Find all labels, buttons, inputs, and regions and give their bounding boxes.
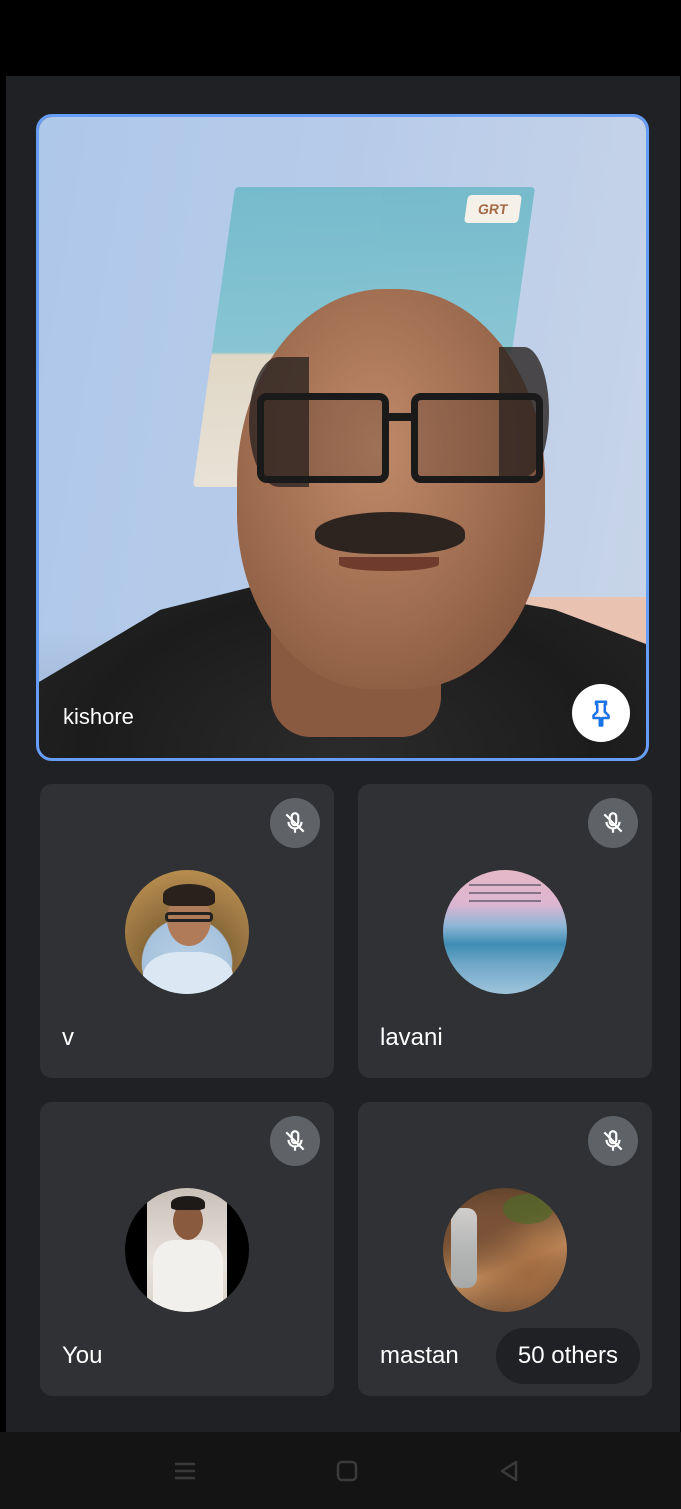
status-bar (0, 0, 681, 76)
mic-off-badge (270, 1116, 320, 1166)
pin-button[interactable] (572, 684, 630, 742)
avatar (125, 870, 249, 994)
avatar (125, 1188, 249, 1312)
participant-person (39, 117, 646, 758)
participant-tile[interactable]: You (40, 1102, 334, 1396)
participant-name: kishore (63, 704, 134, 729)
avatar (443, 870, 567, 994)
participant-name: lavani (380, 1024, 443, 1051)
mic-off-badge (588, 1116, 638, 1166)
mic-off-icon (603, 1130, 623, 1151)
participant-tile[interactable]: v (40, 784, 334, 1078)
pin-icon (592, 700, 610, 727)
others-chip[interactable]: 50 others (495, 1328, 640, 1384)
mic-off-icon (285, 812, 305, 833)
back-triangle-icon (500, 1460, 518, 1482)
participant-tile[interactable]: mastan 50 others (358, 1102, 652, 1396)
home-square-icon (336, 1460, 358, 1482)
navigation-bar (0, 1432, 681, 1509)
mic-off-badge (270, 798, 320, 848)
mic-off-icon (603, 812, 623, 833)
menu-button[interactable] (170, 1456, 200, 1486)
avatar (443, 1188, 567, 1312)
participant-name: mastan (380, 1342, 459, 1369)
home-button[interactable] (332, 1456, 362, 1486)
mic-off-badge (588, 798, 638, 848)
participant-name: You (62, 1342, 103, 1369)
featured-participant-tile[interactable]: GRT kishore (36, 114, 649, 761)
back-button[interactable] (494, 1456, 524, 1486)
menu-icon (175, 1462, 195, 1480)
mic-off-icon (285, 1130, 305, 1151)
participant-name: v (62, 1024, 74, 1051)
participant-tile[interactable]: lavani (358, 784, 652, 1078)
